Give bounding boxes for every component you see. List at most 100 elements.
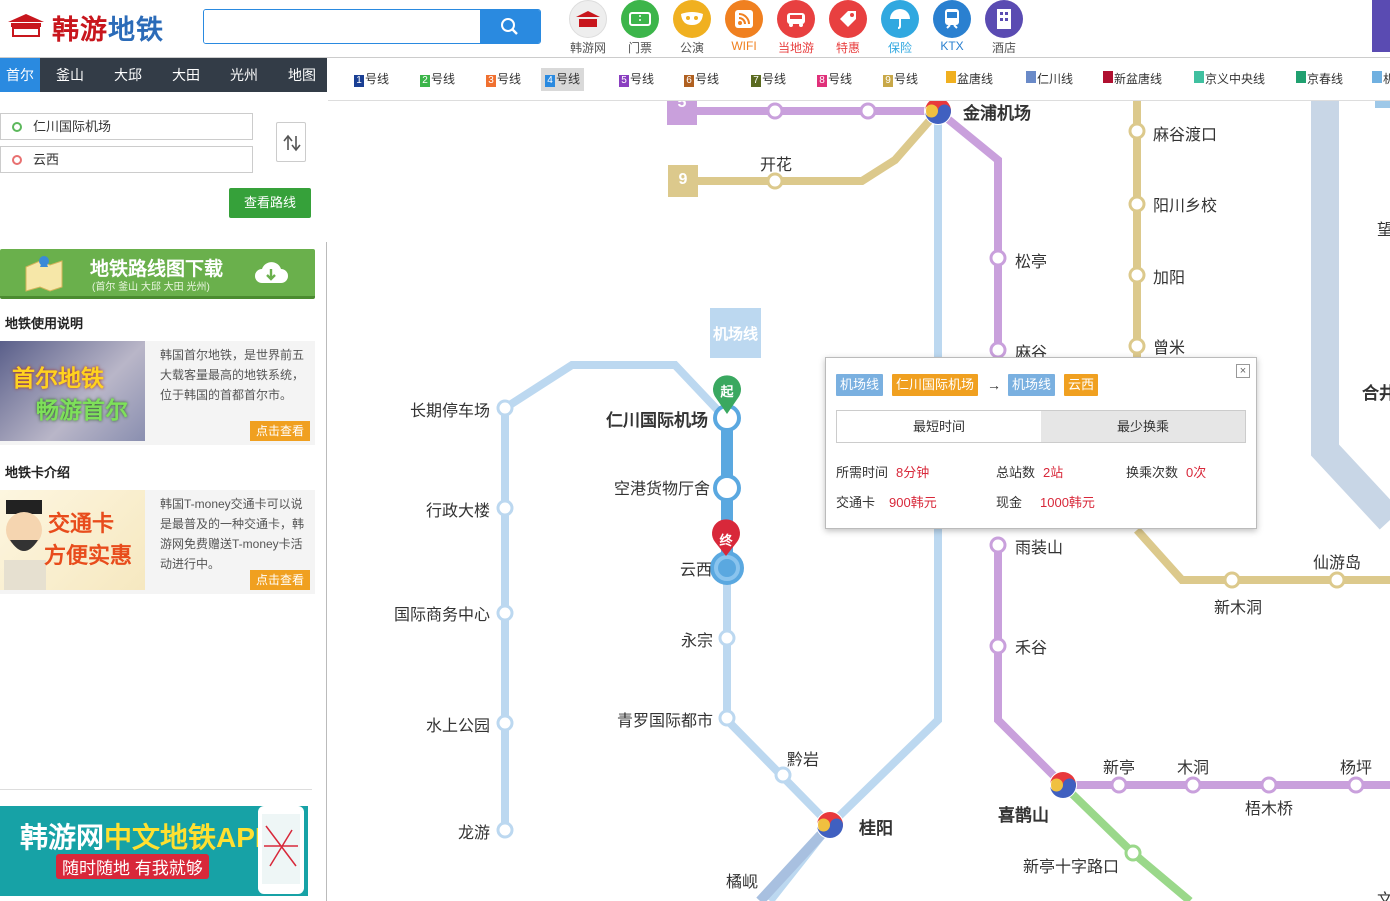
nav-wifi[interactable]: WIFI xyxy=(718,0,770,56)
station-hwagok-label[interactable]: 禾谷 xyxy=(1015,634,1047,658)
wifi-icon xyxy=(725,0,763,38)
tab-seoul[interactable]: 首尔 xyxy=(0,58,40,92)
usage-more-button[interactable]: 点击查看 xyxy=(250,421,310,441)
line-tab-仁川线[interactable]: 仁川线 xyxy=(1022,68,1077,91)
ticket-icon xyxy=(621,0,659,38)
tmoney-banner-image[interactable]: 交通卡 方便实惠 xyxy=(0,490,145,590)
line-tab-8[interactable]: 8 号线 xyxy=(813,68,856,91)
station-longyou-label[interactable]: 龙游 xyxy=(458,819,490,843)
line-tab-5[interactable]: 5 号线 xyxy=(615,68,658,91)
train-icon xyxy=(933,0,971,38)
station-partial-wen-label[interactable]: 文 xyxy=(1377,886,1390,901)
station-jeungmi-label[interactable]: 曾米 xyxy=(1153,334,1185,358)
station-sinjeong-label[interactable]: 新亭 xyxy=(1103,754,1135,778)
line-tab-1[interactable]: 1 号线 xyxy=(350,68,393,91)
nav-tickets[interactable]: 门票 xyxy=(614,0,666,56)
section-heading-usage: 地铁使用说明 xyxy=(5,316,84,331)
line-tab-京春线[interactable]: 京春线 xyxy=(1292,68,1347,91)
station-ujangsan-label[interactable]: 雨装山 xyxy=(1015,534,1063,558)
line-color-badge: 4 xyxy=(545,75,555,87)
line-tab-3[interactable]: 3 号线 xyxy=(482,68,525,91)
station-partial-wang-label[interactable]: 望 xyxy=(1377,216,1390,240)
station-long-parking-label[interactable]: 长期停车场 xyxy=(410,397,490,421)
tab-daejeon[interactable]: 大田 xyxy=(160,58,212,92)
transfer-kkachisan xyxy=(1049,771,1077,799)
line-color-badge: 8 xyxy=(817,75,827,87)
station-songjeong-label[interactable]: 松亭 xyxy=(1015,248,1047,272)
nav-local-tour[interactable]: 当地游 xyxy=(770,0,822,56)
line-tab-6[interactable]: 6 号线 xyxy=(680,68,723,91)
line-tab-7[interactable]: 7 号线 xyxy=(747,68,790,91)
station-mokdong-label[interactable]: 木洞 xyxy=(1177,754,1209,778)
swap-stations-button[interactable] xyxy=(276,122,306,162)
station-yangpyeong-label[interactable]: 杨坪 xyxy=(1340,754,1372,778)
station-intl-business-label[interactable]: 国际商务中心 xyxy=(394,601,490,625)
search-button[interactable] xyxy=(480,10,540,43)
station-gyeyang-label[interactable]: 桂阳 xyxy=(859,814,893,839)
nav-deals[interactable]: 特惠 xyxy=(822,0,874,56)
station-yangcheon-label[interactable]: 阳川乡校 xyxy=(1153,192,1217,216)
line-tab-盆唐线[interactable]: 盆唐线 xyxy=(942,68,997,91)
search-icon xyxy=(501,18,518,35)
nav-ktx[interactable]: KTX xyxy=(926,0,978,56)
line-tab-4[interactable]: 4 号线 xyxy=(541,68,585,91)
query-route-button[interactable]: 查看路线 xyxy=(229,188,311,218)
route-result-popup: × 机场线 仁川国际机场 → 机场线 云西 最短时间 最少换乘 所需时间 8分钟 … xyxy=(825,357,1257,529)
line-tab-2[interactable]: 2 号线 xyxy=(416,68,459,91)
station-admin-label[interactable]: 行政大楼 xyxy=(426,497,490,521)
tab-map[interactable]: 地图 xyxy=(276,58,328,92)
line-tab-label: 号线 xyxy=(365,72,390,86)
station-cheongna-label[interactable]: 青罗国际都市 xyxy=(617,707,713,731)
station-kkachisan-label[interactable]: 喜鹊山 xyxy=(998,801,1049,826)
map-folder-icon xyxy=(25,256,63,292)
tab-shortest-time[interactable]: 最短时间 xyxy=(837,411,1041,442)
from-station-field[interactable]: 仁川国际机场 xyxy=(0,113,253,140)
line-9-badge[interactable]: 9 xyxy=(668,171,698,189)
app-download-banner[interactable]: 韩游网中文地铁APP 随时随地 有我就够 xyxy=(0,806,308,896)
subway-line-tabs: 1 号线 2 号线 3 号线 4 号线 5 号线 6 号线 7 号线 8 号线 9 号线 盆唐线 仁川线 新盆唐线 京义中… xyxy=(328,58,1390,101)
station-gayang-label[interactable]: 加阳 xyxy=(1153,264,1185,288)
info-card-fare: 交通卡 900韩元 xyxy=(836,495,937,510)
tab-least-transfer[interactable]: 最少换乘 xyxy=(1041,411,1245,442)
station-kaihua-label[interactable]: 开花 xyxy=(760,151,792,175)
line-tab-新盆唐线[interactable]: 新盆唐线 xyxy=(1099,68,1166,91)
search-input[interactable] xyxy=(204,10,482,43)
station-water-park-label[interactable]: 水上公园 xyxy=(426,712,490,736)
station-gyulhyeon-label[interactable]: 橘岘 xyxy=(726,868,758,892)
station-sinjeong-crossroad-label[interactable]: 新亭十字路口 xyxy=(1023,853,1119,877)
line-tab-京义中央线[interactable]: 京义中央线 xyxy=(1190,68,1269,91)
station-cargo-label[interactable]: 空港货物厅舍 xyxy=(614,475,710,499)
search-box xyxy=(203,9,541,44)
tmoney-more-button[interactable]: 点击查看 xyxy=(250,570,310,590)
nav-hanyou[interactable]: 韩游网 xyxy=(562,0,614,56)
line-tab-label: 机 xyxy=(1383,72,1390,86)
nav-insurance[interactable]: 保险 xyxy=(874,0,926,56)
station-gimpo-label[interactable]: 金浦机场 xyxy=(963,101,1031,124)
line-tab-9[interactable]: 9 号线 xyxy=(879,68,922,91)
station-omokgyo-label[interactable]: 梧木桥 xyxy=(1245,795,1293,819)
station-yeongjong-label[interactable]: 永宗 xyxy=(681,627,713,651)
tab-busan[interactable]: 釜山 xyxy=(44,58,96,92)
station-magok-ferry-label[interactable]: 麻谷渡口 xyxy=(1153,121,1217,145)
usage-banner-image[interactable]: 首尔地铁 畅游首尔 xyxy=(0,341,145,441)
station-sinmokdong-label[interactable]: 新木洞 xyxy=(1214,594,1262,618)
station-seonyudo-label[interactable]: 仙游岛 xyxy=(1313,549,1361,573)
to-station-field[interactable]: 云西 xyxy=(0,146,253,173)
station-partial-he-label[interactable]: 合井 xyxy=(1362,379,1390,404)
line-tab-机[interactable]: 机 xyxy=(1368,68,1390,91)
site-logo[interactable]: 韩游地铁 xyxy=(6,6,181,45)
tab-gwangju[interactable]: 光州 xyxy=(218,58,270,92)
side-float-button[interactable] xyxy=(1372,0,1390,52)
line-tab-label: 号线 xyxy=(630,72,655,86)
close-icon[interactable]: × xyxy=(1236,364,1250,378)
airport-line-label[interactable]: 机场线 xyxy=(710,323,761,344)
station-incheon-airport-label[interactable]: 仁川国际机场 xyxy=(606,406,708,431)
tab-daegu[interactable]: 大邱 xyxy=(102,58,154,92)
nav-hotel[interactable]: 酒店 xyxy=(978,0,1030,56)
map-download-banner[interactable]: 地铁路线图下载 (首尔 釜山 大邱 大田 光州) xyxy=(0,249,315,299)
line-color-badge: 3 xyxy=(486,75,496,87)
nav-shows[interactable]: 公演 xyxy=(666,0,718,56)
station-geomam-label[interactable]: 黔岩 xyxy=(787,746,819,770)
station-unseo-label[interactable]: 云西 xyxy=(680,556,712,580)
line-5-badge[interactable]: 5 xyxy=(667,101,697,112)
